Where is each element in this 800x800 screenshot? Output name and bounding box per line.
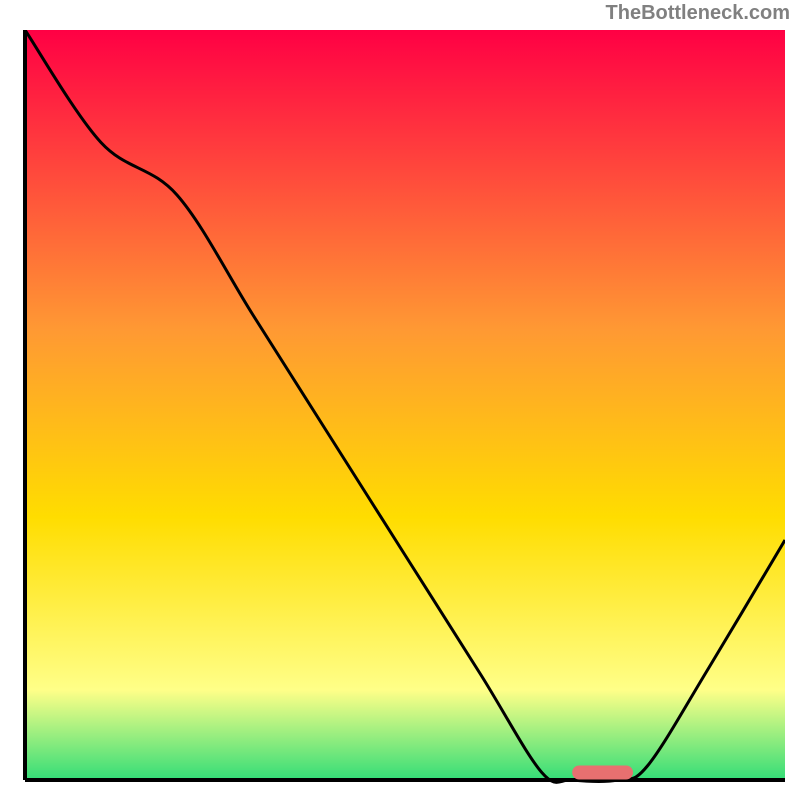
bottleneck-chart [15, 30, 785, 790]
gradient-background [25, 30, 785, 780]
optimal-marker [572, 766, 633, 780]
chart-svg [15, 30, 785, 790]
watermark-text: TheBottleneck.com [606, 2, 790, 25]
